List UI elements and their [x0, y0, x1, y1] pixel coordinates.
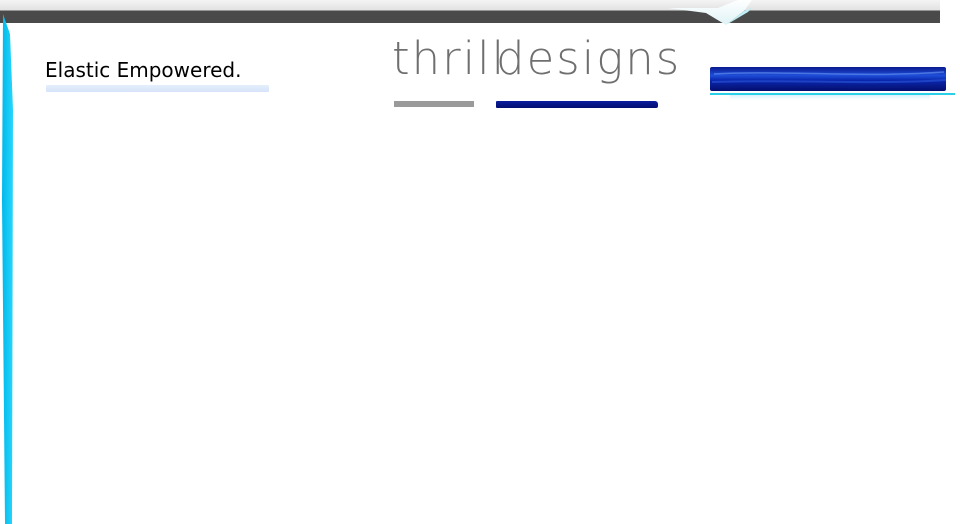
logo-underline-blue: [496, 101, 658, 108]
brand-blue-button[interactable]: [700, 60, 956, 104]
logo-underline-gray: [394, 101, 474, 107]
left-accent-stripe: [2, 14, 13, 524]
logo-word-thrill: thrill: [392, 32, 507, 85]
logo-word-designs: designs: [496, 32, 682, 85]
tagline: Elastic Empowered.: [45, 58, 242, 82]
header-notch: [668, 0, 752, 25]
tagline-underline: [46, 85, 269, 92]
header-bar: [0, 0, 940, 23]
